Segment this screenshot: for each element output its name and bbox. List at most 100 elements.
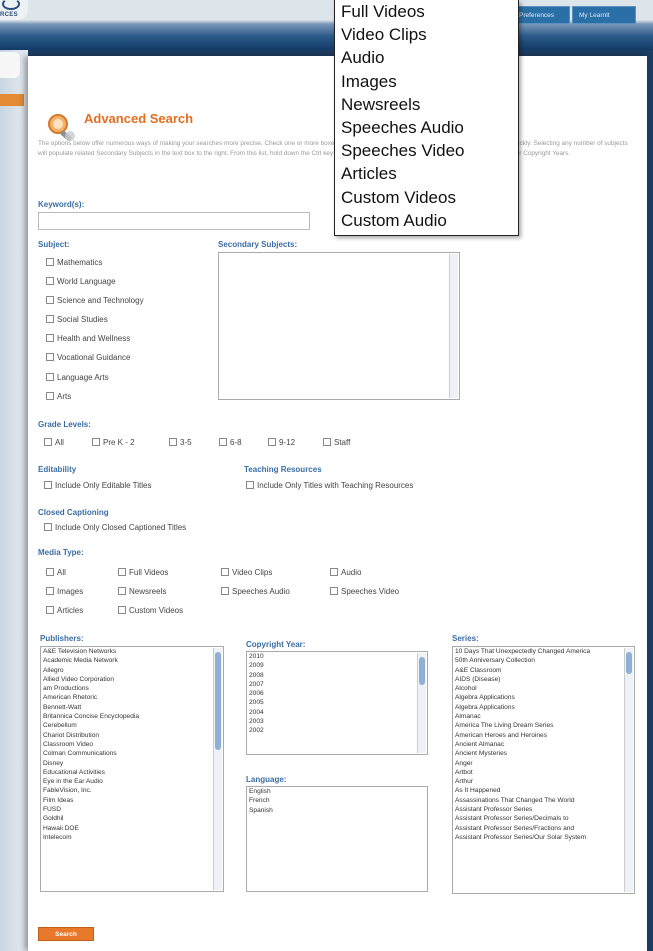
list-item[interactable]: Classroom Video [41, 740, 223, 749]
list-item[interactable]: FableVision, Inc. [41, 786, 223, 795]
editable-only-checkbox[interactable]: Include Only Editable Titles [44, 481, 152, 490]
list-item[interactable]: 2002 [247, 726, 427, 735]
list-item[interactable]: am Productions [41, 684, 223, 693]
list-item[interactable]: Alcohol [453, 684, 634, 693]
list-item[interactable]: Assassinations That Changed The World [453, 796, 634, 805]
checkbox-icon[interactable] [118, 587, 126, 595]
checkbox-icon[interactable] [246, 481, 254, 489]
search-button[interactable]: Search [38, 927, 94, 941]
list-item[interactable]: Arthur [453, 777, 634, 786]
checkbox-icon[interactable] [46, 587, 54, 595]
dropdown-option[interactable]: Newsreels [341, 93, 518, 116]
list-item[interactable]: American Rhetoric [41, 693, 223, 702]
list-item[interactable]: Goldhil [41, 814, 223, 823]
list-item[interactable]: Assistant Professor Series [453, 805, 634, 814]
series-listbox[interactable]: 10 Days That Unexpectedly Changed Americ… [452, 646, 635, 894]
media-checkbox[interactable]: Images [46, 587, 83, 596]
dropdown-option[interactable]: Articles [341, 162, 518, 185]
closed-captioned-checkbox[interactable]: Include Only Closed Captioned Titles [44, 523, 186, 532]
checkbox-icon[interactable] [46, 353, 54, 361]
left-tab-accent[interactable] [0, 94, 24, 106]
checkbox-icon[interactable] [92, 438, 100, 446]
list-item[interactable]: Chariot Distribution [41, 731, 223, 740]
list-item[interactable]: 2007 [247, 680, 427, 689]
list-item[interactable]: 2005 [247, 698, 427, 707]
dropdown-option[interactable]: Custom Audio [341, 209, 518, 232]
list-item[interactable]: Ancient Almanac [453, 740, 634, 749]
list-item[interactable]: Disney [41, 759, 223, 768]
list-item[interactable]: 2004 [247, 708, 427, 717]
keywords-input[interactable] [38, 212, 310, 230]
list-item[interactable]: Academic Media Network [41, 656, 223, 665]
list-item[interactable]: Ancient Mysteries [453, 749, 634, 758]
copyright-year-listbox[interactable]: 2010 2009 2008 2007 2006 2005 2004 2003 … [246, 651, 428, 755]
list-item[interactable]: Bennett-Watt [41, 703, 223, 712]
media-checkbox[interactable]: Custom Videos [118, 606, 183, 615]
list-item[interactable]: American Heroes and Heroines [453, 731, 634, 740]
checkbox-icon[interactable] [323, 438, 331, 446]
list-item[interactable]: 2009 [247, 661, 427, 670]
list-item[interactable]: Cerebellum [41, 721, 223, 730]
scrollbar[interactable] [624, 648, 633, 892]
list-item[interactable]: Assistant Professor Series/Decimals to [453, 814, 634, 823]
media-checkbox[interactable]: Newsreels [118, 587, 166, 596]
subject-checkbox[interactable]: Social Studies [46, 315, 108, 324]
list-item[interactable]: Intelecom [41, 833, 223, 842]
checkbox-icon[interactable] [330, 587, 338, 595]
language-listbox[interactable]: English French Spanish [246, 786, 428, 892]
checkbox-icon[interactable] [118, 568, 126, 576]
list-item[interactable]: Algebra Applications [453, 703, 634, 712]
subject-checkbox[interactable]: Language Arts [46, 373, 109, 382]
checkbox-icon[interactable] [44, 438, 52, 446]
dropdown-option[interactable]: Custom Videos [341, 186, 518, 209]
dropdown-option[interactable]: Speeches Audio [341, 116, 518, 139]
list-item[interactable]: FUSD [41, 805, 223, 814]
list-item[interactable]: Allied Video Corporation [41, 675, 223, 684]
subject-checkbox[interactable]: Health and Wellness [46, 334, 130, 343]
dropdown-option[interactable]: Video Clips [341, 23, 518, 46]
grade-checkbox[interactable]: Pre K - 2 [92, 438, 135, 447]
checkbox-icon[interactable] [330, 568, 338, 576]
grade-checkbox[interactable]: Staff [323, 438, 350, 447]
list-item[interactable]: A&E Classroom [453, 666, 634, 675]
teaching-resources-checkbox[interactable]: Include Only Titles with Teaching Resour… [246, 481, 413, 490]
scrollbar-thumb[interactable] [215, 652, 221, 750]
dropdown-option[interactable]: Full Videos [341, 0, 518, 23]
media-type-dropdown[interactable]: Full Videos Video Clips Audio Images New… [334, 0, 519, 236]
list-item[interactable]: As It Happened [453, 786, 634, 795]
list-item[interactable]: 2003 [247, 717, 427, 726]
scrollbar-thumb[interactable] [626, 652, 632, 674]
list-item[interactable]: 50th Anniversary Collection [453, 656, 634, 665]
publishers-listbox[interactable]: A&E Television Networks Academic Media N… [40, 646, 224, 892]
scrollbar[interactable] [449, 254, 458, 398]
list-item[interactable]: AIDS (Disease) [453, 675, 634, 684]
media-checkbox[interactable]: Video Clips [221, 568, 272, 577]
list-item[interactable]: French [247, 796, 427, 805]
checkbox-icon[interactable] [221, 587, 229, 595]
checkbox-icon[interactable] [46, 568, 54, 576]
list-item[interactable]: Spanish [247, 806, 427, 815]
checkbox-icon[interactable] [268, 438, 276, 446]
list-item[interactable]: Colman Communications [41, 749, 223, 758]
list-item[interactable]: 10 Days That Unexpectedly Changed Americ… [453, 647, 634, 656]
list-item[interactable]: Britannica Concise Encyclopedia [41, 712, 223, 721]
checkbox-icon[interactable] [169, 438, 177, 446]
list-item[interactable]: Algebra Applications [453, 693, 634, 702]
checkbox-icon[interactable] [46, 315, 54, 323]
list-item[interactable]: Artbot [453, 768, 634, 777]
left-tab[interactable] [0, 52, 20, 78]
checkbox-icon[interactable] [46, 258, 54, 266]
list-item[interactable]: 2006 [247, 689, 427, 698]
grade-checkbox[interactable]: 3-5 [169, 438, 192, 447]
list-item[interactable]: Allegro [41, 666, 223, 675]
media-checkbox[interactable]: Audio [330, 568, 361, 577]
dropdown-option[interactable]: Images [341, 70, 518, 93]
checkbox-icon[interactable] [44, 481, 52, 489]
checkbox-icon[interactable] [46, 334, 54, 342]
checkbox-icon[interactable] [46, 373, 54, 381]
subject-checkbox[interactable]: Science and Technology [46, 296, 144, 305]
list-item[interactable]: Assistant Professor Series/Fractions and [453, 824, 634, 833]
list-item[interactable]: Film Ideas [41, 796, 223, 805]
checkbox-icon[interactable] [46, 277, 54, 285]
grade-checkbox[interactable]: 9-12 [268, 438, 295, 447]
